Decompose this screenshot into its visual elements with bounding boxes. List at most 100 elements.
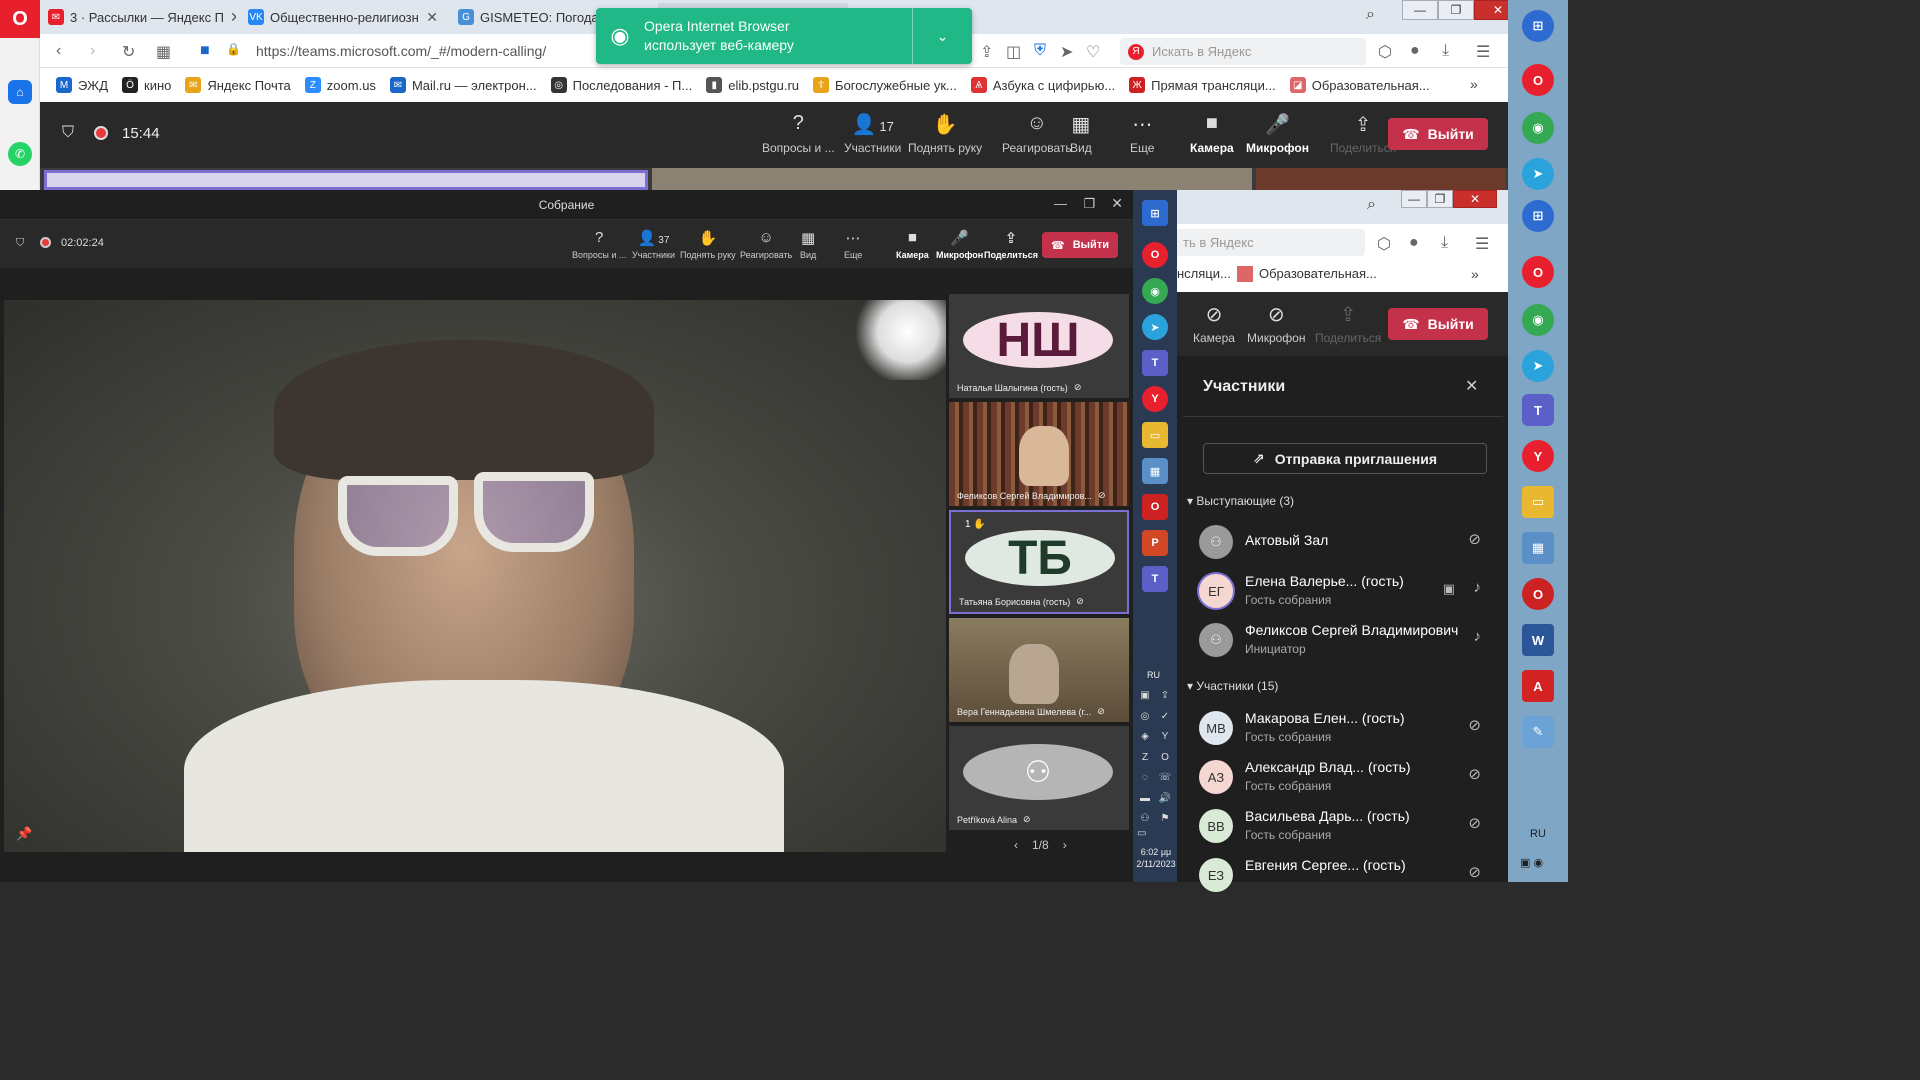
chevron-down-icon[interactable]: ⌄ — [912, 8, 972, 64]
menu-icon[interactable]: ☰ — [1476, 42, 1490, 62]
network-icon[interactable]: ▭ — [1137, 828, 1146, 839]
search-input[interactable]: Я Искать в Яндекс — [1120, 38, 1366, 65]
bookmark-item[interactable]: Ж Прямая трансляци... — [1129, 77, 1276, 93]
close-icon[interactable]: ✕ — [1465, 376, 1478, 396]
share-icon[interactable]: ⇪ — [980, 42, 993, 62]
home-icon[interactable]: ⌂ — [8, 80, 32, 104]
tray-icon[interactable]: ⚑ — [1157, 813, 1173, 830]
clock[interactable]: 6:02 μμ 2/11/2023 — [1135, 846, 1177, 870]
participant-row[interactable]: АЗ Александр Влад... (гость) Гость собрани… — [1199, 757, 1499, 801]
camera-indicator-icon[interactable]: ■ — [200, 42, 210, 60]
tabs-grid-icon[interactable]: ▦ — [156, 42, 171, 62]
mic-off-icon[interactable]: ⊘ — [1468, 765, 1481, 783]
react-button[interactable]: ☺ Реагировать — [1002, 112, 1072, 155]
chrome-icon[interactable]: ◉ — [1522, 304, 1554, 336]
close-button[interactable]: ✕ — [1111, 195, 1123, 212]
whatsapp-icon[interactable]: ✆ — [8, 142, 32, 166]
teams-icon[interactable]: T — [1142, 350, 1168, 376]
close-tab-icon[interactable]: ✕ — [426, 9, 438, 26]
bookmark-item[interactable]: ▮ elib.pstgu.ru — [706, 77, 799, 93]
bookmark-item[interactable]: Öкино — [122, 77, 171, 93]
pin-icon[interactable]: 📌 — [16, 826, 32, 842]
lang-indicator[interactable]: RU — [1530, 828, 1546, 840]
opera-gx-icon[interactable]: O — [1522, 578, 1554, 610]
search-tabs-icon[interactable]: ⌕ — [1367, 196, 1376, 214]
participant-row[interactable]: МВ Макарова Елен... (гость) Гость собрания… — [1199, 708, 1499, 752]
lock-icon[interactable]: 🔒 — [226, 42, 241, 56]
minimize-button[interactable]: — — [1402, 0, 1438, 20]
bookmark-item[interactable]: ✉ Яндекс Почта — [185, 77, 291, 93]
minimize-button[interactable]: — — [1401, 190, 1427, 208]
telegram-icon[interactable]: ➤ — [1522, 350, 1554, 382]
leave-button[interactable]: ☎ Выйти — [1388, 308, 1488, 340]
close-tab-icon[interactable]: ✕ — [230, 9, 236, 26]
mic-off-icon[interactable]: ⊘ — [1468, 814, 1481, 832]
maximize-button[interactable]: ❐ — [1083, 196, 1095, 212]
mic-off-icon[interactable]: ⊘ — [1468, 716, 1481, 734]
search-tabs-icon[interactable]: ⌕ — [1366, 6, 1375, 24]
lang-indicator[interactable]: RU — [1147, 670, 1160, 680]
profile-icon[interactable]: ● — [1410, 42, 1420, 60]
tray-icon[interactable]: ◎ — [1137, 711, 1153, 728]
view-button[interactable]: ▦ Вид — [1070, 112, 1092, 155]
chevron-left-icon[interactable]: ‹ — [1014, 838, 1018, 852]
tray-icon[interactable]: ◌ — [1137, 772, 1153, 789]
bookmark-item[interactable]: М ЭЖД — [56, 77, 108, 93]
participant-row[interactable]: ЕЗ Евгения Сергее... (гость) ⊘ — [1199, 855, 1499, 899]
menu-icon[interactable]: ☰ — [1475, 234, 1489, 254]
share-button[interactable]: ⇪ Поделиться — [1315, 302, 1381, 345]
screen-share-icon[interactable]: ▣ — [1443, 581, 1455, 597]
presenters-header[interactable]: ▾ Выступающие (3) — [1187, 494, 1294, 508]
participant-tile[interactable]: Вера Геннадьевна Шмелева (г... ⊘ — [949, 618, 1129, 722]
questions-button[interactable]: ? Вопросы и ... — [572, 229, 626, 260]
participant-tile[interactable]: Феликсов Сергей Владимиров... ⊘ — [949, 402, 1129, 506]
webcam-notification[interactable]: ◉ Opera Internet Browser использует веб-к… — [596, 8, 972, 64]
react-button[interactable]: ☺ Реагировать — [740, 229, 792, 260]
cube-icon[interactable]: ⬡ — [1377, 234, 1391, 254]
search-input[interactable]: ть в Яндекс — [1177, 229, 1365, 256]
forward-icon[interactable]: › — [90, 42, 95, 60]
tray-icon[interactable]: O — [1157, 752, 1173, 769]
share-button[interactable]: ⇪ Поделиться — [984, 229, 1038, 260]
acrobat-icon[interactable]: A — [1522, 670, 1554, 702]
bookmark-item[interactable]: Образовательная... — [1237, 266, 1377, 282]
participant-row[interactable]: ⚇ Актовый Зал ⊘ — [1199, 522, 1499, 566]
tray-icon[interactable]: ◈ — [1137, 731, 1153, 748]
tray-icon[interactable]: ⇪ — [1157, 690, 1173, 707]
powerpoint-icon[interactable]: P — [1142, 530, 1168, 556]
opera-gx-icon[interactable]: O — [1142, 494, 1168, 520]
more-button[interactable]: ⋯ Еще — [844, 229, 862, 260]
participant-tile[interactable]: ⚇ Petříková Alina ⊘ — [949, 726, 1129, 830]
participant-row[interactable]: ВВ Васильева Дарь... (гость) Гость собрани… — [1199, 806, 1499, 850]
opera-icon[interactable]: O — [1142, 242, 1168, 268]
maximize-button[interactable]: ❐ — [1438, 0, 1474, 20]
bookmark-item[interactable]: Zzoom.us — [304, 77, 376, 93]
bookmark-item[interactable]: Ѧ Азбука с цифирью... — [970, 77, 1115, 93]
mic-button[interactable]: 🎤 Микрофон — [1246, 112, 1309, 155]
camera-button[interactable]: ■ Камера — [1190, 112, 1234, 155]
calculator-icon[interactable]: ▦ — [1522, 532, 1554, 564]
telegram-icon[interactable]: ➤ — [1522, 158, 1554, 190]
opera-logo[interactable]: O — [0, 0, 40, 38]
questions-button[interactable]: ? Вопросы и ... — [762, 112, 835, 155]
more-bookmarks-icon[interactable]: » — [1470, 76, 1478, 92]
tray-icon[interactable]: ▬ — [1137, 793, 1153, 810]
bookmark-item[interactable]: нсляци... — [1177, 266, 1231, 281]
tray-icons[interactable]: ▣ ◉ — [1520, 856, 1543, 869]
camera-off-button[interactable]: ⊘ Камера — [1193, 302, 1235, 345]
share-button[interactable]: ⇪ Поделиться — [1330, 112, 1396, 155]
participant-tile[interactable]: НШ Наталья Шалыгина (гость) ⊘ — [949, 294, 1129, 398]
participants-button[interactable]: 👤 37 Участники — [632, 229, 675, 260]
attendees-header[interactable]: ▾ Участники (15) — [1187, 679, 1278, 693]
chevron-right-icon[interactable]: › — [1063, 838, 1067, 852]
raise-hand-button[interactable]: ✋ Поднять руку — [680, 229, 736, 260]
participant-row[interactable]: ⚇ Феликсов Сергей Владимирович Инициатор ♪ — [1199, 620, 1499, 664]
tray-icon[interactable]: ✓ — [1157, 711, 1173, 728]
mic-off-icon[interactable]: ⊘ — [1468, 863, 1481, 881]
opera-icon[interactable]: O — [1522, 256, 1554, 288]
reload-icon[interactable]: ↻ — [122, 42, 135, 62]
yandex-icon[interactable]: Y — [1142, 386, 1168, 412]
folder-icon[interactable]: ▭ — [1142, 422, 1168, 448]
mic-icon[interactable]: ♪ — [1474, 579, 1482, 596]
cube-icon[interactable]: ⬡ — [1378, 42, 1392, 62]
